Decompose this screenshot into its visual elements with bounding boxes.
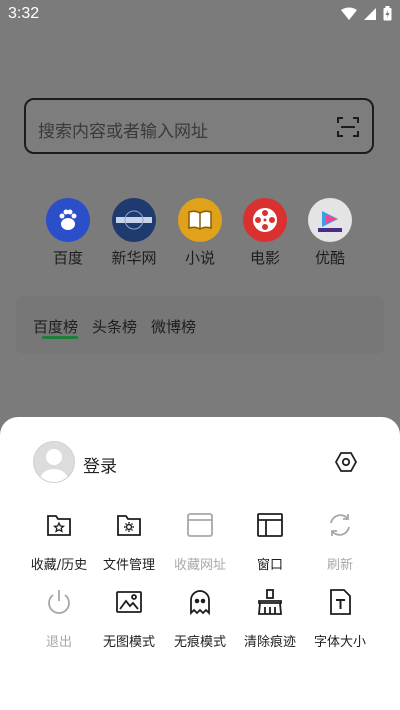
tab-weibo-list[interactable]: 微博榜 (151, 316, 196, 337)
menu-exit[interactable]: 退出 (23, 587, 95, 650)
quick-link-novel[interactable]: 小说 (168, 198, 232, 268)
scan-icon[interactable] (336, 115, 360, 139)
quick-link-label: 百度 (52, 249, 83, 267)
menu-refresh[interactable]: 刷新 (304, 510, 376, 573)
folder-gear-icon (117, 515, 141, 536)
quick-link-label: 小说 (184, 249, 215, 267)
menu-no-image-mode[interactable]: 无图模式 (93, 587, 165, 650)
login-link[interactable]: 登录 (83, 452, 117, 477)
menu-label: 字体大小 (313, 635, 366, 650)
status-bar: 3:32 (0, 0, 400, 28)
quick-link-label: 新华网 (111, 249, 157, 267)
user-icon (40, 449, 68, 482)
menu-label: 无图模式 (102, 635, 155, 650)
window-layout-icon (257, 513, 283, 537)
hot-lists-card: 百度榜 头条榜 微博榜 (16, 296, 384, 354)
youku-icon (308, 198, 352, 242)
menu-label: 刷新 (326, 558, 353, 573)
tab-selected-indicator (42, 336, 78, 339)
broom-icon (258, 589, 282, 615)
quick-link-baidu[interactable]: 百度 (36, 198, 100, 268)
folder-star-icon (47, 515, 71, 536)
tab-toutiao-list[interactable]: 头条榜 (92, 316, 137, 337)
menu-bottom-sheet: 登录 收藏/历史 文件管理 收藏网址 窗口 刷新 退出 无图模式 无痕模式 清除… (0, 417, 400, 710)
search-input-placeholder[interactable]: 搜索内容或者输入网址 (38, 117, 208, 142)
menu-font-size[interactable]: 字体大小 (304, 587, 376, 650)
signal-icon (364, 7, 376, 20)
image-icon (116, 591, 142, 613)
avatar[interactable] (33, 441, 75, 483)
quick-link-youku[interactable]: 优酷 (298, 198, 362, 268)
power-icon (48, 590, 70, 614)
search-bar[interactable]: 搜索内容或者输入网址 (24, 98, 374, 154)
quick-link-xinhua[interactable]: 新华网 (102, 198, 166, 268)
quick-links: 百度 新华网 小说 电影 优酷 (0, 198, 400, 268)
menu-label: 清除痕迹 (243, 635, 296, 650)
menu-label: 收藏/历史 (30, 558, 88, 573)
refresh-icon (330, 514, 350, 536)
menu-label: 退出 (45, 635, 72, 650)
quick-link-label: 优酷 (314, 249, 345, 267)
menu-label: 窗口 (256, 558, 283, 573)
wifi-icon (341, 7, 357, 20)
menu-incognito-mode[interactable]: 无痕模式 (164, 587, 236, 650)
ghost-icon (190, 590, 210, 616)
quick-link-movie[interactable]: 电影 (233, 198, 297, 268)
quick-link-label: 电影 (249, 249, 280, 267)
settings-hexagon-icon[interactable] (334, 450, 358, 474)
menu-favorites-history[interactable]: 收藏/历史 (23, 510, 95, 573)
book-icon (178, 198, 222, 242)
menu-label: 文件管理 (102, 558, 155, 573)
browser-window-icon (187, 513, 213, 537)
menu-file-manager[interactable]: 文件管理 (93, 510, 165, 573)
menu-label: 收藏网址 (173, 558, 226, 573)
font-document-icon (330, 589, 351, 615)
menu-clear-traces[interactable]: 清除痕迹 (234, 587, 306, 650)
battery-icon (383, 6, 392, 21)
menu-bookmark-site[interactable]: 收藏网址 (164, 510, 236, 573)
menu-label: 无痕模式 (173, 635, 226, 650)
tab-baidu-list[interactable]: 百度榜 (33, 316, 78, 337)
status-time: 3:32 (8, 5, 40, 22)
menu-windows[interactable]: 窗口 (234, 510, 306, 573)
china-news-icon (112, 198, 156, 242)
film-reel-icon (243, 198, 287, 242)
baidu-paw-icon (46, 198, 90, 242)
